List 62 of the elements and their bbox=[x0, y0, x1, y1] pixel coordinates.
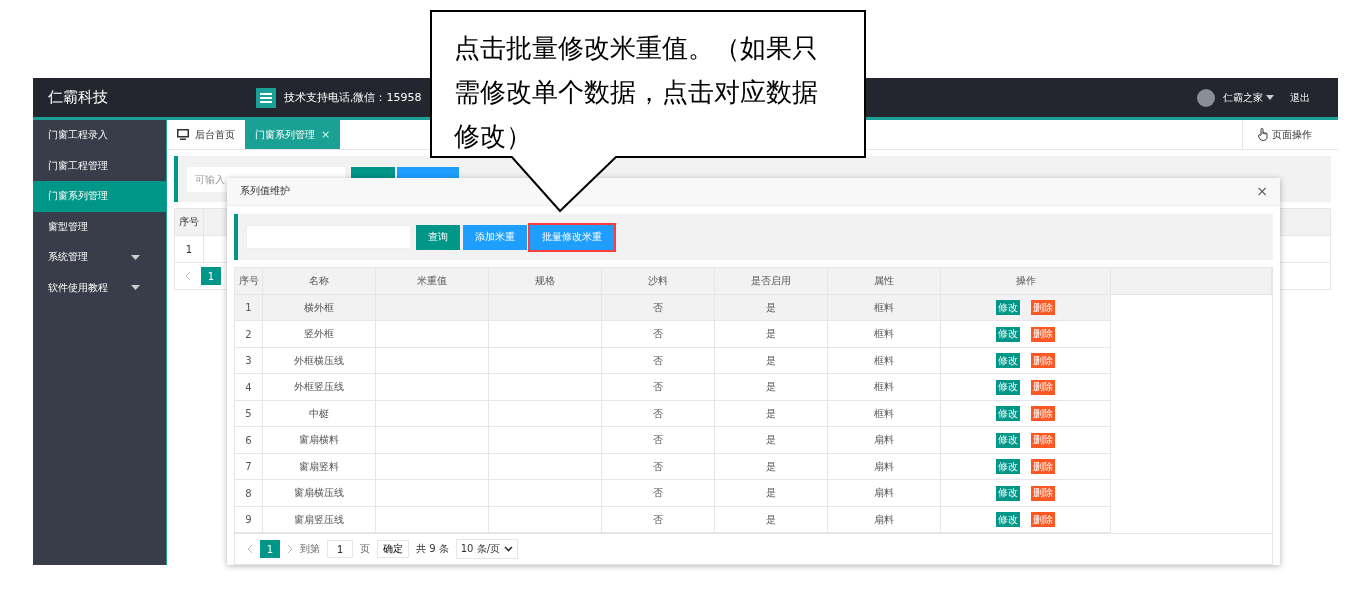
table-cell: 是 bbox=[715, 453, 828, 481]
column-header: 属性 bbox=[828, 268, 941, 295]
table-cell: 8 bbox=[235, 480, 263, 507]
table-cell: 框料 bbox=[828, 321, 941, 348]
column-header: 沙料 bbox=[602, 268, 715, 295]
page-unit: 页 bbox=[360, 542, 370, 557]
table-cell: 框料 bbox=[828, 294, 941, 322]
table-cell: 否 bbox=[602, 506, 715, 534]
table-cell: 是 bbox=[715, 506, 828, 534]
table-cell: 框料 bbox=[828, 347, 941, 375]
table-cell: 扇料 bbox=[828, 453, 941, 481]
table-cell: 5 bbox=[235, 400, 263, 428]
column-header: 规格 bbox=[489, 268, 602, 295]
table-cell: 否 bbox=[602, 427, 715, 454]
table-cell: 否 bbox=[602, 374, 715, 401]
table-cell: 7 bbox=[235, 453, 263, 481]
column-header: 操作 bbox=[941, 268, 1111, 295]
table-cell: 框料 bbox=[828, 400, 941, 428]
table-cell: 是 bbox=[715, 400, 828, 428]
table-cell: 窗扇竖料 bbox=[263, 453, 376, 481]
table-cell: 外框横压线 bbox=[263, 347, 376, 375]
table-cell: 横外框 bbox=[263, 294, 376, 322]
table-cell: 2 bbox=[235, 321, 263, 348]
table-cell: 否 bbox=[602, 453, 715, 481]
table-cell: 窗扇横料 bbox=[263, 427, 376, 454]
table-cell: 是 bbox=[715, 374, 828, 401]
column-header: 米重值 bbox=[376, 268, 489, 295]
table-cell: 中梃 bbox=[263, 400, 376, 428]
table-cell: 否 bbox=[602, 294, 715, 322]
support-text: 技术支持电话,微信：15958 bbox=[284, 90, 422, 105]
table-cell: 3 bbox=[235, 347, 263, 375]
callout-text: 点击批量修改米重值。（如果只需修改单个数据，点击对应数据修改） bbox=[454, 32, 819, 153]
column-header: 序号 bbox=[235, 268, 263, 295]
table-cell: 1 bbox=[235, 294, 263, 322]
table-cell: 外框竖压线 bbox=[263, 374, 376, 401]
table-cell: 6 bbox=[235, 427, 263, 454]
table-cell: 竖外框 bbox=[263, 321, 376, 348]
table-cell: 扇料 bbox=[828, 480, 941, 507]
table-cell: 1 bbox=[175, 236, 204, 262]
column-header: 是否启用 bbox=[715, 268, 828, 295]
logo-text: 仁霸科技 bbox=[48, 88, 109, 107]
table-cell: 扇料 bbox=[828, 506, 941, 534]
table-cell: 是 bbox=[715, 347, 828, 375]
table-cell: 是 bbox=[715, 480, 828, 507]
table-cell: 4 bbox=[235, 374, 263, 401]
table-cell: 否 bbox=[602, 480, 715, 507]
table-cell: 否 bbox=[602, 347, 715, 375]
table-cell: 窗扇竖压线 bbox=[263, 506, 376, 534]
total-count: 共 9 条 bbox=[416, 542, 449, 557]
goto-label: 到第 bbox=[300, 542, 320, 557]
column-header: 序号 bbox=[175, 209, 204, 235]
table-cell: 是 bbox=[715, 321, 828, 348]
column-header: 名称 bbox=[263, 268, 376, 295]
table-cell: 9 bbox=[235, 506, 263, 534]
dialog-title: 系列值维护 bbox=[240, 184, 290, 199]
table-cell: 否 bbox=[602, 400, 715, 428]
table-cell: 扇料 bbox=[828, 427, 941, 454]
table-cell: 是 bbox=[715, 427, 828, 454]
table-cell: 窗扇横压线 bbox=[263, 480, 376, 507]
table-cell: 否 bbox=[602, 321, 715, 348]
table-cell: 框料 bbox=[828, 374, 941, 401]
table-cell: 是 bbox=[715, 294, 828, 322]
